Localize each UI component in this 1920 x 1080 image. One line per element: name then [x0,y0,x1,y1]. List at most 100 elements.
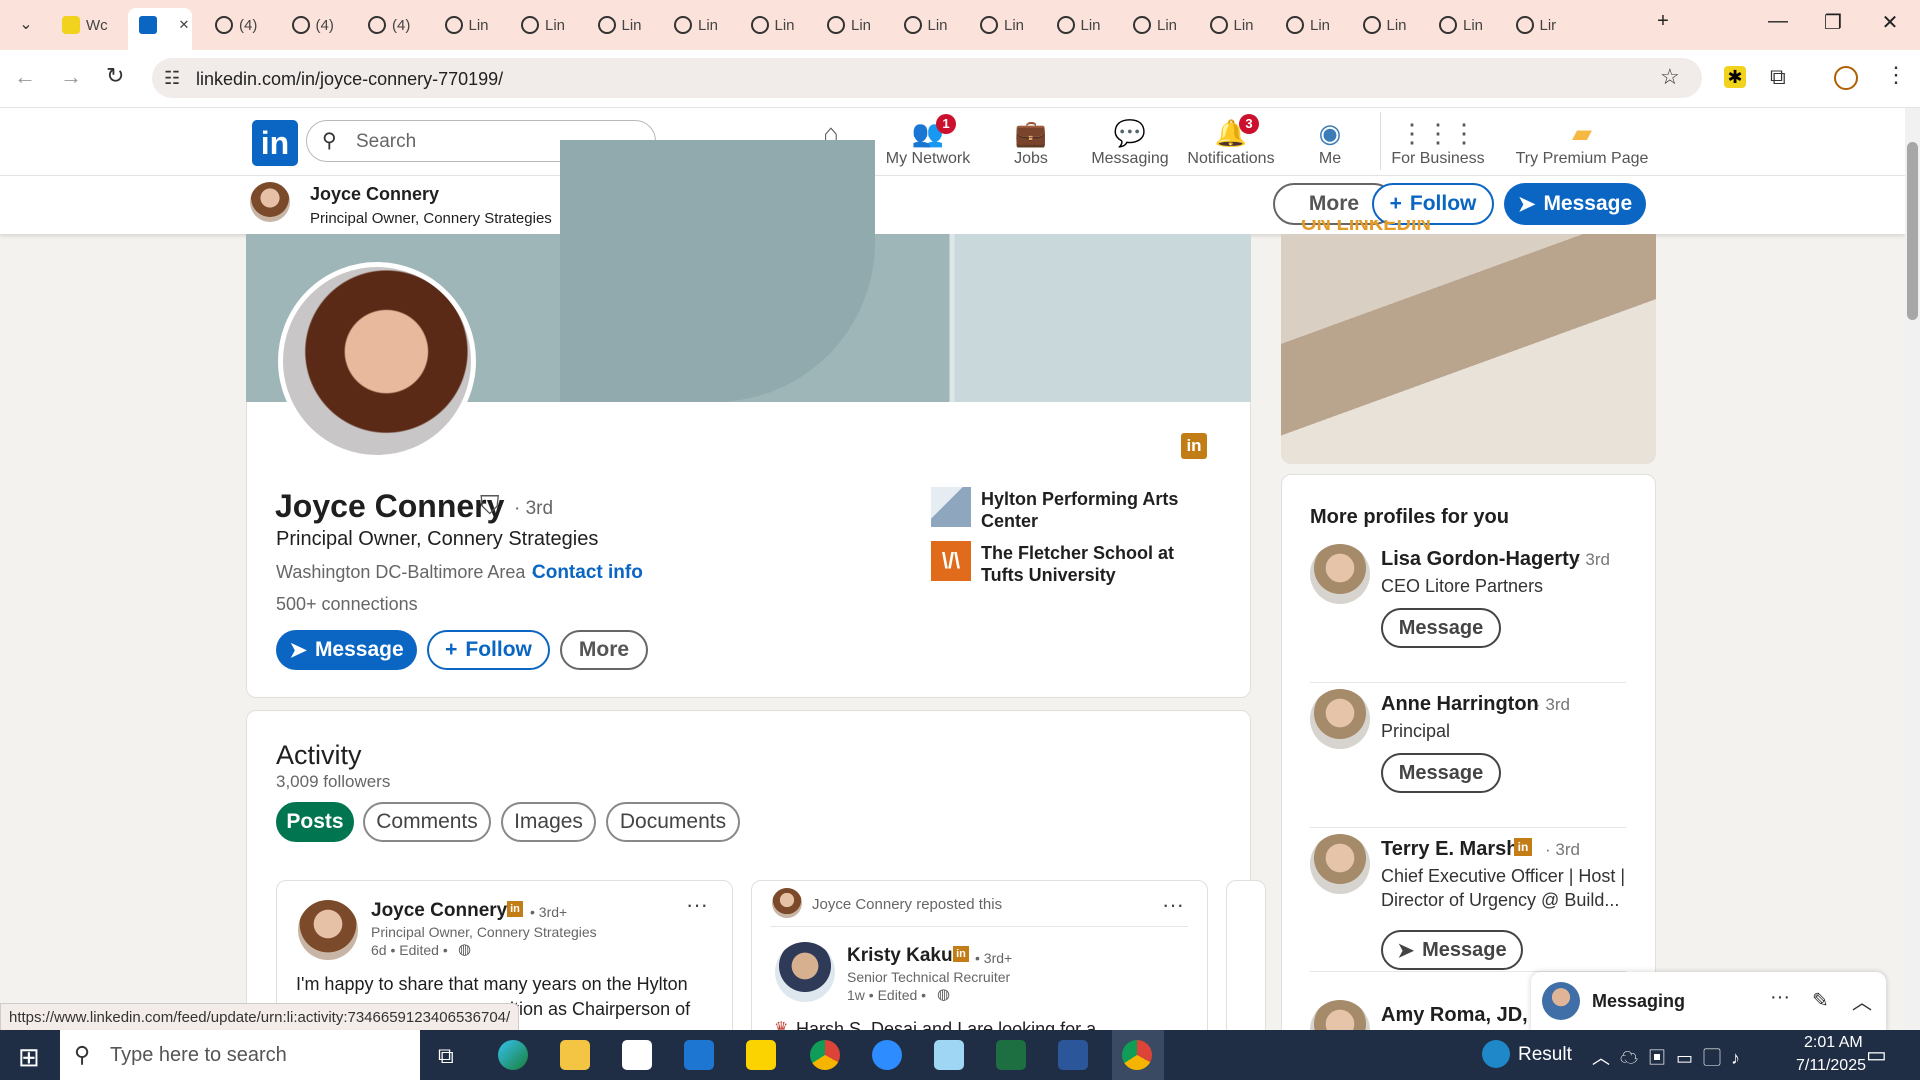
bookmark-star-icon[interactable]: ☆ [1660,64,1680,90]
url-text[interactable]: linkedin.com/in/joyce-connery-770199/ [196,69,503,90]
close-window-icon[interactable]: ✕ [1875,10,1905,35]
profile-avatar[interactable] [1310,544,1370,604]
post2-author[interactable]: Kristy Kaku [847,945,953,967]
weather-label[interactable]: Result [1518,1044,1572,1066]
new-tab-button[interactable]: + [1648,10,1678,33]
browser-tab-8[interactable]: Lin [662,8,718,42]
post1-author[interactable]: Joyce Connery [371,900,507,922]
forward-icon[interactable]: → [60,64,82,90]
tab-comments[interactable]: Comments [363,802,491,842]
clock-time[interactable]: 2:01 AM [1804,1034,1863,1052]
tab-close-icon[interactable]: ✕ [179,17,190,33]
ad-banner[interactable] [1281,234,1656,464]
profile-photo[interactable] [278,262,476,460]
profile-icon[interactable] [1834,66,1858,90]
browser-tab-6[interactable]: Lin [509,8,565,42]
browser-tab-18[interactable]: Lin [1427,8,1483,42]
browser-tab-11[interactable]: Lin [892,8,948,42]
notification-center-icon[interactable]: ▭ [1866,1042,1887,1068]
post1-menu-icon[interactable]: ··· [686,892,708,918]
excel-icon[interactable] [996,1040,1026,1070]
browser-tab-9[interactable]: Lin [739,8,795,42]
store-icon[interactable] [622,1040,652,1070]
messaging-label[interactable]: Messaging [1592,991,1685,1012]
search-input[interactable]: Search [356,131,416,153]
zoom-icon[interactable] [872,1040,902,1070]
profile-name[interactable]: Anne Harrington [1381,693,1539,716]
chrome-icon[interactable] [810,1040,840,1070]
nav-messaging[interactable]: 💬 Messaging [1080,116,1180,168]
browser-tab-5[interactable]: Lin [433,8,489,42]
post2-menu-icon[interactable]: ··· [1162,892,1184,918]
org-name-hylton[interactable]: Hylton Performing Arts Center [981,488,1201,532]
tab-search-button[interactable]: ⌄ [12,12,40,38]
profile-name[interactable]: Amy Roma, JD, M [1381,1004,1550,1027]
tab-posts[interactable]: Posts [276,802,354,842]
chevron-up-icon[interactable]: ︿ [1852,986,1872,1015]
connections-count[interactable]: 500+ connections [276,594,418,615]
browser-tab-12[interactable]: Lin [968,8,1024,42]
sticky-notes-icon[interactable] [746,1040,776,1070]
linkedin-small-icon[interactable]: in [1181,433,1207,459]
profile-message-button[interactable]: ➤ Message [1381,930,1523,970]
nav-notifications[interactable]: 🔔 3 Notifications [1181,114,1281,168]
browser-tab-17[interactable]: Lin [1351,8,1407,42]
reload-icon[interactable]: ↻ [106,63,124,89]
follow-button[interactable]: + Follow [427,630,550,670]
compose-icon[interactable]: ✎ [1812,988,1829,1013]
browser-tab-19[interactable]: Lir [1504,8,1556,42]
file-explorer-icon[interactable] [560,1040,590,1070]
mail-icon[interactable] [684,1040,714,1070]
browser-tab-16[interactable]: Lin [1274,8,1330,42]
restore-icon[interactable]: ❐ [1818,10,1848,35]
clock-date[interactable]: 7/11/2025 [1796,1057,1866,1075]
tab-images[interactable]: Images [501,802,596,842]
minimize-icon[interactable]: — [1763,10,1793,33]
edge-icon[interactable] [498,1040,528,1070]
org-name-fletcher[interactable]: The Fletcher School at Tufts University [981,542,1221,586]
nav-me[interactable]: ◉ Me [1280,116,1380,168]
tray-icons[interactable]: ︿☁▣▭▢♪ [1592,1044,1750,1070]
messaging-panel[interactable] [1531,972,1886,1032]
browser-tab-7[interactable]: Lin [586,8,642,42]
chrome-active-icon[interactable] [1122,1040,1152,1070]
profile-message-button[interactable]: Message [1381,753,1501,793]
message-button[interactable]: ➤ Message [276,630,417,670]
tab-documents[interactable]: Documents [606,802,740,842]
notepad-icon[interactable] [934,1040,964,1070]
extension-sparkle-icon[interactable]: ✱ [1724,66,1746,88]
linkedin-logo[interactable]: in [252,120,298,166]
taskbar-search-input[interactable]: Type here to search [110,1044,287,1067]
browser-tab-3[interactable]: (4) [280,8,334,42]
browser-tab-4[interactable]: (4) [356,8,410,42]
more-button[interactable]: More [560,630,648,670]
profile-avatar[interactable] [1310,834,1370,894]
contact-info-link[interactable]: Contact info [532,562,643,584]
profile-avatar[interactable] [1310,689,1370,749]
browser-tab-2[interactable]: (4) [203,8,257,42]
windows-start-icon[interactable]: ⊞ [18,1042,40,1073]
extensions-icon[interactable]: ⧉ [1770,64,1786,90]
browser-tab-0[interactable]: Wc [50,8,108,42]
sticky-follow-button[interactable]: + Follow [1372,183,1494,225]
nav-for-business[interactable]: ⋮⋮⋮ For Business [1388,116,1488,168]
profile-name[interactable]: Terry E. Marsh [1381,838,1518,861]
scrollbar-thumb[interactable] [1907,142,1918,320]
chrome-menu-icon[interactable]: ⋮ [1885,62,1907,88]
task-view-icon[interactable]: ⧉ [438,1043,454,1069]
browser-tab-13[interactable]: Lin [1045,8,1101,42]
word-icon[interactable] [1058,1040,1088,1070]
nav-jobs[interactable]: 💼 Jobs [981,116,1081,168]
browser-tab-14[interactable]: Lin [1121,8,1177,42]
browser-tab-1[interactable]: ✕ [127,8,190,42]
profile-message-button[interactable]: Message [1381,608,1501,648]
messaging-more-icon[interactable]: ··· [1770,986,1790,1009]
back-icon[interactable]: ← [14,64,36,90]
sticky-message-button[interactable]: ➤ Message [1504,183,1646,225]
site-info-icon[interactable]: ☷ [164,68,180,89]
browser-tab-15[interactable]: Lin [1198,8,1254,42]
nav-try-premium-page[interactable]: ▰ Try Premium Page [1512,116,1652,168]
nav-my-network[interactable]: 👥 1 My Network [878,114,978,168]
browser-tab-10[interactable]: Lin [815,8,871,42]
profile-name[interactable]: Lisa Gordon-Hagerty [1381,548,1580,571]
